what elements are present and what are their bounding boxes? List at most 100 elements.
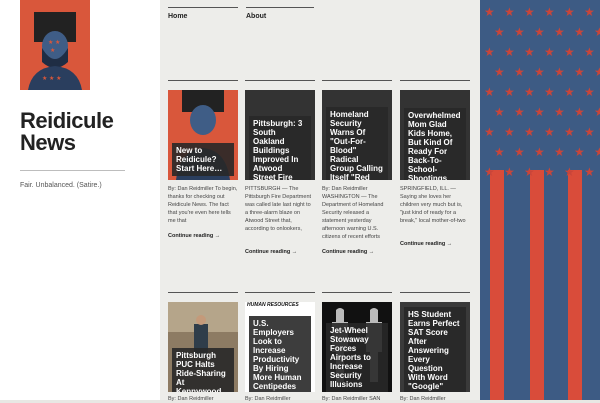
sidebar: ★ ★ ★ ★ ★ ★ Reidicule News Fair. Unbalan… (0, 0, 160, 400)
flag-background: ★ ★ ★ ★ ★ ★ ★ ★ ★ ★ ★ ★ ★ ★ ★ ★ ★ ★ ★ ★ ★ ★ ★ ★ ★ ★ ★ ★ ★ ★ ★ ★ ★ ★ ★ ★ ★ ★ ★ ★… (480, 0, 600, 400)
flag-stripe (530, 170, 544, 400)
post-excerpt: By: Dan Reidmiller WASHINGTON — The Depa… (322, 186, 384, 240)
post-title[interactable]: Pittsburgh: 3 South Oakland Buildings Im… (249, 116, 311, 180)
star-icon: ★ (594, 145, 600, 159)
star-icon: ★ (484, 5, 495, 19)
nav-about[interactable]: About (246, 7, 314, 27)
star-icon: ★ (514, 25, 525, 39)
star-icon: ★ (574, 65, 585, 79)
continue-reading-link[interactable]: Continue reading → (400, 241, 452, 247)
star-icon: ★ (534, 25, 545, 39)
post-thumbnail[interactable]: Jet-Wheel Stowaway Forces Airports to In… (322, 302, 392, 392)
post-excerpt: By: Dan Reidmiller (400, 396, 446, 402)
post-excerpt: By: Dan Reidmiller (245, 396, 291, 402)
star-icon: ★ (564, 5, 575, 19)
star-icon: ★ (484, 165, 495, 179)
star-icon: ★ (554, 105, 565, 119)
star-icon: ★ (554, 145, 565, 159)
flag-stripe (568, 170, 582, 400)
star-icon: ★ (574, 25, 585, 39)
post-thumbnail[interactable]: Homeland Security Warns Of "Out-For-Bloo… (322, 90, 392, 180)
flag-stripe-blue (588, 200, 600, 400)
post-card: Jet-Wheel Stowaway Forces Airports to In… (322, 292, 392, 402)
site-logo[interactable]: ★ ★ ★ ★ ★ ★ (20, 0, 90, 90)
star-icon: ★ (584, 165, 595, 179)
star-icon: ★ (544, 45, 555, 59)
star-icon: ★ (564, 165, 575, 179)
star-icon: ★ (514, 145, 525, 159)
site-tagline: Fair. Unbalanced. (Satire.) (20, 182, 102, 189)
post-excerpt: By: Dan Reidmiller SAN (322, 396, 381, 402)
star-icon: ★ (594, 65, 600, 79)
star-icon: ★ (524, 125, 535, 139)
post-excerpt: PITTSBURGH — The Pittsburgh Fire Departm… (245, 186, 312, 232)
site-title[interactable]: Reidicule News (20, 110, 150, 154)
star-icon: ★ (584, 125, 595, 139)
post-card: HS Student Earns Perfect SAT Score After… (400, 292, 470, 402)
post-title[interactable]: HS Student Earns Perfect SAT Score After… (404, 307, 466, 392)
star-icon: ★ (584, 5, 595, 19)
thumb-caption: HUMAN RESOURCES (247, 302, 299, 308)
continue-reading-link[interactable]: Continue reading → (168, 233, 220, 239)
star-icon: ★ (584, 85, 595, 99)
star-icon: ★ (544, 5, 555, 19)
lincoln-portrait-icon: ★ ★ ★ ★ ★ ★ (20, 0, 90, 90)
post-card: Homeland Security Warns Of "Out-For-Bloo… (322, 80, 392, 255)
post-card: New to Reidicule? Start Here… By: Dan Re… (168, 80, 238, 239)
star-icon: ★ (504, 5, 515, 19)
star-icon: ★ (564, 45, 575, 59)
star-icon: ★ (484, 85, 495, 99)
star-icon: ★ (504, 125, 515, 139)
star-icon: ★ (514, 105, 525, 119)
star-icon: ★ (544, 125, 555, 139)
post-excerpt: SPRINGFIELD, ILL. — Saying she loves her… (400, 186, 466, 224)
star-icon: ★ (524, 5, 535, 19)
star-icon: ★ (574, 145, 585, 159)
post-excerpt: By: Dan Reidmiller To begin, thanks for … (168, 186, 238, 224)
nav-home[interactable]: Home (168, 7, 238, 27)
post-thumbnail[interactable]: HS Student Earns Perfect SAT Score After… (400, 302, 470, 392)
post-thumbnail[interactable]: Pittsburgh PUC Halts Ride-Sharing At Ken… (168, 302, 238, 392)
post-title[interactable]: Overwhelmed Mom Glad Kids Home, But Kind… (404, 108, 466, 180)
title-divider (20, 170, 125, 171)
svg-text:★ ★: ★ ★ (48, 39, 60, 46)
site-title-line-2: News (20, 130, 76, 155)
star-icon: ★ (524, 85, 535, 99)
star-icon: ★ (504, 165, 515, 179)
star-icon: ★ (494, 105, 505, 119)
post-card: Pittsburgh PUC Halts Ride-Sharing At Ken… (168, 292, 238, 402)
svg-text:★ ★ ★: ★ ★ ★ (42, 75, 61, 82)
post-thumbnail[interactable]: Overwhelmed Mom Glad Kids Home, But Kind… (400, 90, 470, 180)
star-icon: ★ (594, 25, 600, 39)
main-content: Home About New to Reidicule? Start Here…… (160, 0, 480, 402)
star-icon: ★ (554, 25, 565, 39)
star-icon: ★ (484, 45, 495, 59)
star-icon: ★ (494, 65, 505, 79)
svg-text:★: ★ (50, 47, 55, 54)
star-icon: ★ (494, 145, 505, 159)
continue-reading-link[interactable]: Continue reading → (322, 249, 374, 255)
star-icon: ★ (554, 65, 565, 79)
post-title[interactable]: New to Reidicule? Start Here… (172, 143, 234, 176)
continue-reading-link[interactable]: Continue reading → (245, 249, 297, 255)
flag-stripe-blue (550, 200, 564, 400)
post-thumbnail[interactable]: HUMAN RESOURCES U.S. Employers Look to I… (245, 302, 315, 392)
star-icon: ★ (504, 85, 515, 99)
star-icon: ★ (484, 125, 495, 139)
flag-stripe (490, 170, 504, 400)
star-icon: ★ (544, 165, 555, 179)
post-thumbnail[interactable]: New to Reidicule? Start Here… (168, 90, 238, 180)
star-icon: ★ (534, 105, 545, 119)
star-icon: ★ (564, 125, 575, 139)
star-icon: ★ (504, 45, 515, 59)
star-icon: ★ (564, 85, 575, 99)
post-title[interactable]: Pittsburgh PUC Halts Ride-Sharing At Ken… (172, 348, 234, 392)
post-thumbnail[interactable]: Pittsburgh: 3 South Oakland Buildings Im… (245, 90, 315, 180)
post-title[interactable]: Jet-Wheel Stowaway Forces Airports to In… (326, 323, 388, 392)
post-title[interactable]: U.S. Employers Look to Increase Producti… (249, 316, 311, 392)
post-card: HUMAN RESOURCES U.S. Employers Look to I… (245, 292, 315, 402)
post-title[interactable]: Homeland Security Warns Of "Out-For-Bloo… (326, 107, 388, 180)
star-icon: ★ (534, 65, 545, 79)
star-icon: ★ (594, 105, 600, 119)
star-icon: ★ (524, 165, 535, 179)
